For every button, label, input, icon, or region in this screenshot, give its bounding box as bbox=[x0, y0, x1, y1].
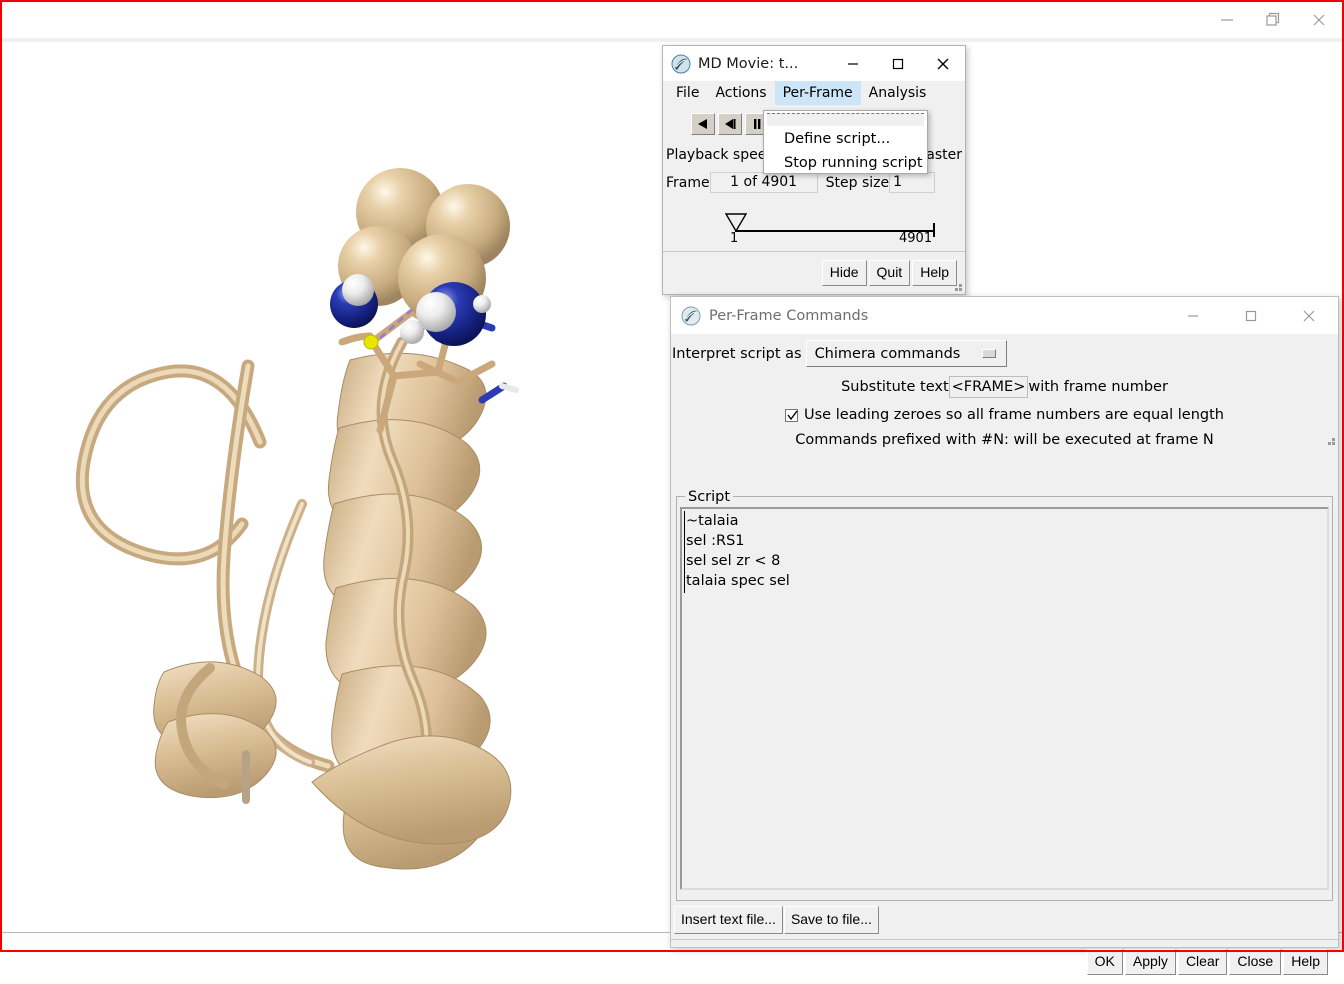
menu-analysis[interactable]: Analysis bbox=[861, 81, 935, 105]
text-caret bbox=[684, 511, 685, 593]
play-back-button[interactable] bbox=[691, 113, 715, 135]
interpret-script-label: Interpret script as bbox=[672, 345, 802, 362]
interpret-script-value: Chimera commands bbox=[814, 345, 961, 362]
script-line: sel sel zr < 8 bbox=[686, 553, 781, 569]
menu-item-stop-running-script[interactable]: Stop running script bbox=[764, 152, 927, 176]
frame-label: Frame bbox=[666, 174, 710, 191]
frame-slider-thumb[interactable] bbox=[725, 213, 747, 232]
md-movie-title: MD Movie: t... bbox=[698, 55, 799, 72]
prefix-note-text: Commands prefixed with #N: will be execu… bbox=[795, 432, 1214, 448]
md-movie-footer: Hide Quit Help bbox=[663, 251, 965, 294]
substitute-text-prefix: Substitute text bbox=[841, 379, 949, 395]
frame-slider-min-label: 1 bbox=[730, 231, 739, 246]
menu-tearoff-handle[interactable] bbox=[767, 113, 924, 126]
main-window-titlebar bbox=[2, 2, 1342, 38]
prefix-note-row: Commands prefixed with #N: will be execu… bbox=[671, 423, 1338, 448]
step-back-icon bbox=[725, 119, 736, 129]
pfc-resize-grip[interactable] bbox=[1324, 434, 1336, 446]
script-group-box: Script ~talaia sel :RS1 sel sel zr < 8 t… bbox=[676, 489, 1333, 901]
checkmark-icon bbox=[787, 410, 798, 420]
transport-controls bbox=[691, 113, 772, 135]
per-frame-commands-action-bar: OK Apply Clear Close Help bbox=[671, 939, 1338, 984]
script-textarea[interactable]: ~talaia sel :RS1 sel sel zr < 8 talaia s… bbox=[680, 507, 1329, 890]
leading-zeroes-row[interactable]: Use leading zeroes so all frame numbers … bbox=[671, 398, 1338, 423]
interpret-script-select[interactable]: Chimera commands bbox=[805, 340, 1008, 367]
main-close-button[interactable] bbox=[1296, 5, 1342, 35]
helix-ribbon-small bbox=[153, 661, 277, 804]
substitute-text-field[interactable]: <FRAME> bbox=[948, 376, 1029, 398]
pfc-minimize-button[interactable] bbox=[1164, 299, 1222, 333]
option-menu-indicator-icon bbox=[982, 349, 997, 358]
step-size-label: Step size bbox=[825, 174, 890, 191]
pfc-help-button[interactable]: Help bbox=[1283, 949, 1328, 975]
script-line: sel :RS1 bbox=[686, 533, 745, 549]
per-frame-commands-titlebar[interactable]: Per-Frame Commands bbox=[671, 297, 1338, 334]
menu-actions[interactable]: Actions bbox=[707, 81, 774, 105]
frame-slider-max-label: 4901 bbox=[899, 231, 933, 246]
insert-text-file-button[interactable]: Insert text file... bbox=[674, 906, 783, 934]
script-file-buttons: Insert text file... Save to file... bbox=[674, 906, 880, 934]
script-line: ~talaia bbox=[686, 513, 739, 529]
playback-speed-label: Playback speed bbox=[666, 147, 776, 163]
quit-button[interactable]: Quit bbox=[868, 260, 911, 286]
frame-slider-end-tick bbox=[933, 223, 935, 237]
frame-slider[interactable]: 1 4901 bbox=[677, 205, 947, 246]
apply-button[interactable]: Apply bbox=[1124, 949, 1176, 975]
leading-zeroes-label: Use leading zeroes so all frame numbers … bbox=[804, 407, 1224, 423]
md-movie-close-button[interactable] bbox=[920, 47, 965, 80]
menu-item-define-script[interactable]: Define script... bbox=[764, 128, 927, 152]
per-frame-commands-body: Interpret script as Chimera commands Sub… bbox=[671, 334, 1338, 975]
md-movie-resize-grip[interactable] bbox=[951, 280, 963, 292]
substitute-text-suffix: with frame number bbox=[1028, 379, 1168, 395]
ok-button[interactable]: OK bbox=[1086, 949, 1123, 975]
md-movie-maximize-button[interactable] bbox=[875, 47, 920, 80]
md-movie-titlebar[interactable]: MD Movie: t... bbox=[663, 46, 965, 81]
menu-file[interactable]: File bbox=[668, 81, 707, 105]
pause-icon bbox=[754, 119, 761, 129]
step-back-button[interactable] bbox=[718, 113, 742, 135]
md-movie-menubar: File Actions Per-Frame Analysis bbox=[663, 81, 965, 105]
menu-per-frame[interactable]: Per-Frame bbox=[774, 81, 861, 105]
play-back-icon bbox=[698, 119, 707, 129]
md-movie-minimize-button[interactable] bbox=[830, 47, 875, 80]
per-frame-commands-title: Per-Frame Commands bbox=[709, 307, 869, 324]
playback-speed-faster-label: aster bbox=[926, 147, 962, 163]
per-frame-dropdown-menu: Define script... Stop running script bbox=[763, 110, 928, 174]
leading-zeroes-checkbox[interactable] bbox=[785, 408, 799, 422]
interpret-script-row: Interpret script as Chimera commands bbox=[671, 334, 1338, 367]
main-minimize-button[interactable] bbox=[1204, 5, 1250, 35]
script-line: talaia spec sel bbox=[686, 573, 790, 589]
chimera-logo-icon bbox=[681, 306, 701, 325]
per-frame-commands-dialog: Per-Frame Commands Interpret script as C… bbox=[670, 296, 1339, 975]
pfc-close-button[interactable] bbox=[1280, 299, 1338, 333]
clear-button[interactable]: Clear bbox=[1177, 949, 1228, 975]
main-restore-button[interactable] bbox=[1250, 5, 1296, 35]
script-group-label: Script bbox=[685, 489, 734, 505]
substitute-text-row: Substitute text <FRAME> with frame numbe… bbox=[671, 367, 1338, 398]
pfc-maximize-button[interactable] bbox=[1222, 299, 1280, 333]
close-button[interactable]: Close bbox=[1229, 949, 1282, 975]
save-to-file-button[interactable]: Save to file... bbox=[783, 906, 879, 934]
ligand-spheres bbox=[330, 168, 510, 346]
hide-button[interactable]: Hide bbox=[821, 260, 867, 286]
chimera-logo-icon bbox=[671, 54, 691, 73]
